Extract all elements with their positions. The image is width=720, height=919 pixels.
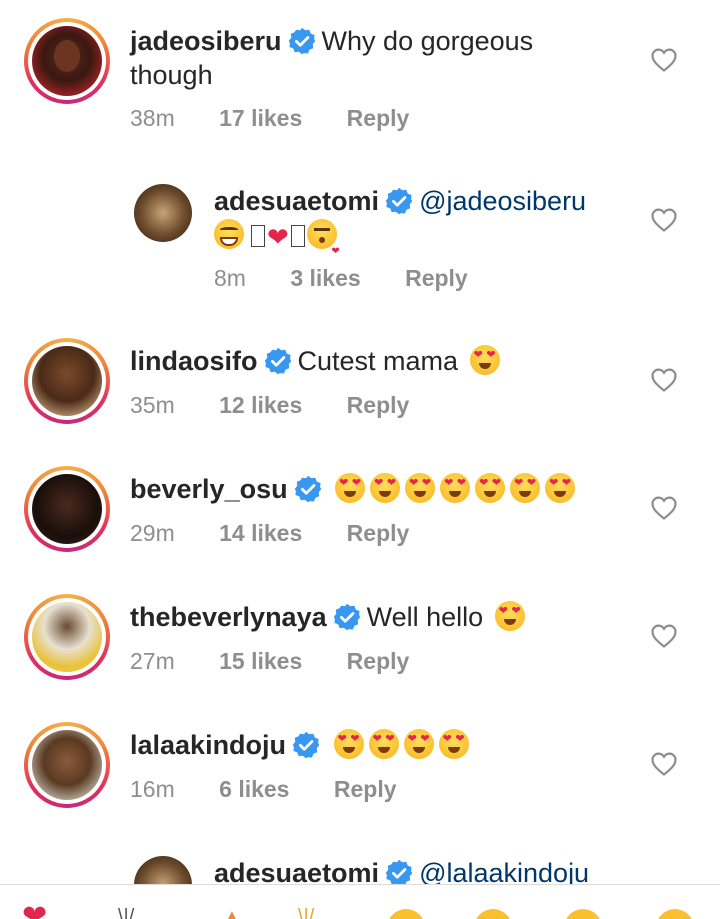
like-heart-icon[interactable] — [651, 368, 677, 392]
emoji-row: ❤ ❤ — [214, 218, 342, 257]
comment-time: 35m — [130, 392, 175, 418]
like-heart-icon[interactable] — [651, 752, 677, 776]
heart-eyes-emoji-icon — [335, 473, 366, 503]
heart-eyes-emoji-icon — [438, 729, 469, 759]
reply-button[interactable]: Reply — [347, 105, 410, 132]
crying-laughing-emoji-icon[interactable] — [387, 909, 425, 919]
username[interactable]: lalaakindoju — [130, 730, 286, 760]
verified-badge-icon — [385, 187, 413, 215]
avatar[interactable] — [24, 594, 110, 680]
fire-icon[interactable]: ▲ — [222, 907, 242, 919]
heart-eyes-emoji-icon — [469, 345, 500, 375]
comment-text: Why do gorgeous — [321, 26, 534, 56]
username[interactable]: adesuaetomi — [214, 186, 379, 216]
comment-text: Well hello — [366, 602, 484, 632]
reply-button[interactable]: Reply — [334, 776, 397, 803]
comment-time: 8m — [214, 265, 246, 291]
likes-count[interactable]: 3 likes — [290, 265, 360, 292]
reply-button[interactable]: Reply — [347, 648, 410, 675]
like-heart-icon[interactable] — [651, 624, 677, 648]
like-heart-icon[interactable] — [651, 496, 677, 520]
verified-badge-icon — [294, 475, 322, 503]
verified-badge-icon — [288, 27, 316, 55]
clapping-hands-icon[interactable]: \|/ — [298, 907, 314, 919]
verified-badge-icon — [292, 731, 320, 759]
username[interactable]: beverly_osu — [130, 474, 288, 504]
laughing-emoji-icon[interactable] — [656, 909, 694, 919]
missing-glyph-icon — [251, 225, 265, 247]
reply-button[interactable]: Reply — [405, 265, 468, 292]
avatar[interactable] — [134, 184, 192, 242]
red-heart-icon: ❤ — [267, 222, 289, 252]
likes-count[interactable]: 12 likes — [219, 392, 302, 419]
avatar[interactable] — [24, 722, 110, 808]
kissing-emoji-icon: ❤ — [306, 219, 340, 257]
comment-time: 16m — [130, 776, 175, 802]
heart-eyes-emoji-icon — [494, 601, 525, 631]
avatar[interactable] — [24, 18, 110, 104]
red-heart-icon[interactable]: ❤ — [22, 902, 47, 919]
heart-eyes-emoji-icon — [510, 473, 541, 503]
grinning-emoji-icon — [214, 219, 244, 249]
username[interactable]: jadeosiberu — [130, 26, 282, 56]
avatar[interactable] — [24, 338, 110, 424]
raised-hands-icon[interactable]: \|/ — [118, 907, 134, 919]
verified-badge-icon — [264, 347, 292, 375]
comment-text: Cutest mama — [297, 346, 459, 376]
heart-eyes-emoji-icon[interactable] — [474, 909, 512, 919]
emoji-quick-bar: ❤ \|/ ▲ \|/ — [0, 884, 720, 919]
comment-text-continued: though — [130, 60, 213, 90]
verified-badge-icon — [333, 603, 361, 631]
heart-eyes-emoji-icon — [475, 473, 506, 503]
astonished-emoji-icon[interactable] — [564, 909, 602, 919]
like-heart-icon[interactable] — [651, 48, 677, 72]
likes-count[interactable]: 15 likes — [219, 648, 302, 675]
username[interactable]: thebeverlynaya — [130, 602, 327, 632]
reply-button[interactable]: Reply — [347, 520, 410, 547]
like-heart-icon[interactable] — [651, 208, 677, 232]
likes-count[interactable]: 14 likes — [219, 520, 302, 547]
heart-eyes-emoji-icon — [370, 473, 401, 503]
heart-eyes-emoji-icon — [368, 729, 399, 759]
heart-eyes-emoji-icon — [403, 729, 434, 759]
heart-eyes-emoji-icon — [440, 473, 471, 503]
verified-badge-icon — [385, 859, 413, 887]
heart-eyes-emoji-icon — [405, 473, 436, 503]
likes-count[interactable]: 17 likes — [219, 105, 302, 132]
mention-link[interactable]: @jadeosiberu — [419, 186, 586, 216]
reply-button[interactable]: Reply — [347, 392, 410, 419]
comment-time: 27m — [130, 648, 175, 674]
comment-time: 29m — [130, 520, 175, 546]
avatar[interactable] — [24, 466, 110, 552]
username[interactable]: lindaosifo — [130, 346, 258, 376]
comment-time: 38m — [130, 105, 175, 131]
missing-glyph-icon — [290, 225, 305, 247]
likes-count[interactable]: 6 likes — [219, 776, 289, 803]
heart-eyes-emoji-icon — [333, 729, 364, 759]
heart-eyes-emoji-icon — [545, 473, 576, 503]
